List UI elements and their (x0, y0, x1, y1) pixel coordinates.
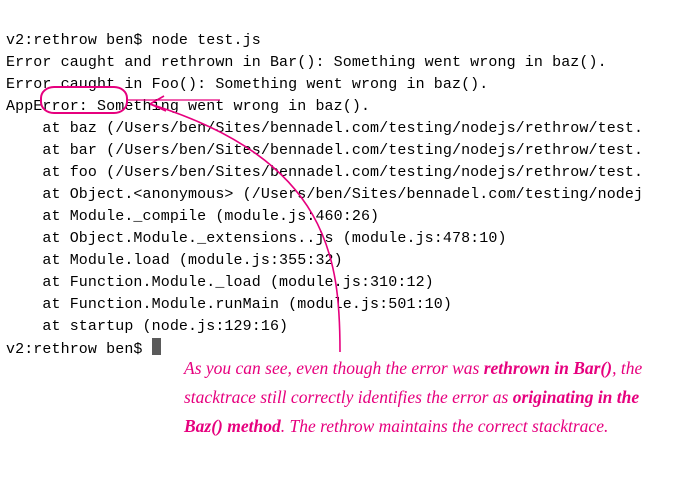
terminal-output: v2:rethrow ben$ node test.js Error caugh… (0, 0, 700, 361)
terminal-line: at Object.<anonymous> (/Users/ben/Sites/… (6, 186, 643, 203)
terminal-line: at baz (/Users/ben/Sites/bennadel.com/te… (6, 120, 643, 137)
terminal-line: at Function.Module.runMain (module.js:50… (6, 296, 452, 313)
terminal-line: at Function.Module._load (module.js:310:… (6, 274, 434, 291)
annotation-caption: As you can see, even though the error wa… (184, 354, 676, 441)
terminal-line: at foo (/Users/ben/Sites/bennadel.com/te… (6, 164, 643, 181)
caption-text: . The rethrow maintains the correct stac… (281, 416, 609, 436)
terminal-cursor (152, 338, 161, 355)
terminal-line: at Module._compile (module.js:460:26) (6, 208, 379, 225)
terminal-line: at bar (/Users/ben/Sites/bennadel.com/te… (6, 142, 643, 159)
terminal-line: at Object.Module._extensions..js (module… (6, 230, 507, 247)
terminal-line: Error caught and rethrown in Bar(): Some… (6, 54, 607, 71)
terminal-prompt: v2:rethrow ben$ (6, 341, 152, 358)
terminal-line: at Module.load (module.js:355:32) (6, 252, 343, 269)
terminal-line: Error caught in Foo(): Something went wr… (6, 76, 488, 93)
caption-bold-rethrown: rethrown in Bar() (484, 358, 612, 378)
caption-text: As you can see, even though the error wa… (184, 358, 484, 378)
terminal-line: v2:rethrow ben$ node test.js (6, 32, 261, 49)
terminal-line: AppError: Something went wrong in baz(). (6, 98, 370, 115)
terminal-line: at startup (node.js:129:16) (6, 318, 288, 335)
